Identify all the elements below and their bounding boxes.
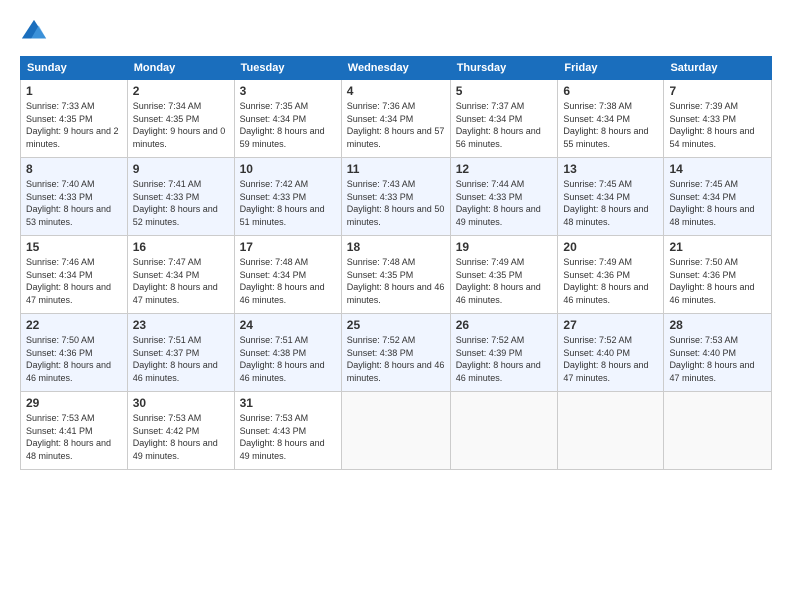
table-row: 20 Sunrise: 7:49 AMSunset: 4:36 PMDaylig… [558, 236, 664, 314]
table-row: 25 Sunrise: 7:52 AMSunset: 4:38 PMDaylig… [341, 314, 450, 392]
calendar-week-row: 22 Sunrise: 7:50 AMSunset: 4:36 PMDaylig… [21, 314, 772, 392]
logo-icon [20, 18, 48, 46]
table-row: 30 Sunrise: 7:53 AMSunset: 4:42 PMDaylig… [127, 392, 234, 470]
col-wednesday: Wednesday [341, 57, 450, 80]
table-row: 22 Sunrise: 7:50 AMSunset: 4:36 PMDaylig… [21, 314, 128, 392]
page: Sunday Monday Tuesday Wednesday Thursday… [0, 0, 792, 612]
empty-cell [450, 392, 558, 470]
table-row: 11 Sunrise: 7:43 AMSunset: 4:33 PMDaylig… [341, 158, 450, 236]
col-tuesday: Tuesday [234, 57, 341, 80]
table-row: 27 Sunrise: 7:52 AMSunset: 4:40 PMDaylig… [558, 314, 664, 392]
col-sunday: Sunday [21, 57, 128, 80]
table-row: 29 Sunrise: 7:53 AMSunset: 4:41 PMDaylig… [21, 392, 128, 470]
logo [20, 18, 50, 46]
table-row: 17 Sunrise: 7:48 AMSunset: 4:34 PMDaylig… [234, 236, 341, 314]
table-row: 3 Sunrise: 7:35 AMSunset: 4:34 PMDayligh… [234, 80, 341, 158]
table-row: 6 Sunrise: 7:38 AMSunset: 4:34 PMDayligh… [558, 80, 664, 158]
table-row: 2 Sunrise: 7:34 AMSunset: 4:35 PMDayligh… [127, 80, 234, 158]
table-row: 26 Sunrise: 7:52 AMSunset: 4:39 PMDaylig… [450, 314, 558, 392]
col-saturday: Saturday [664, 57, 772, 80]
empty-cell [664, 392, 772, 470]
calendar-week-row: 15 Sunrise: 7:46 AMSunset: 4:34 PMDaylig… [21, 236, 772, 314]
calendar-table: Sunday Monday Tuesday Wednesday Thursday… [20, 56, 772, 470]
calendar-week-row: 29 Sunrise: 7:53 AMSunset: 4:41 PMDaylig… [21, 392, 772, 470]
empty-cell [341, 392, 450, 470]
table-row: 19 Sunrise: 7:49 AMSunset: 4:35 PMDaylig… [450, 236, 558, 314]
col-thursday: Thursday [450, 57, 558, 80]
calendar-header-row: Sunday Monday Tuesday Wednesday Thursday… [21, 57, 772, 80]
table-row: 5 Sunrise: 7:37 AMSunset: 4:34 PMDayligh… [450, 80, 558, 158]
table-row: 9 Sunrise: 7:41 AMSunset: 4:33 PMDayligh… [127, 158, 234, 236]
table-row: 23 Sunrise: 7:51 AMSunset: 4:37 PMDaylig… [127, 314, 234, 392]
table-row: 18 Sunrise: 7:48 AMSunset: 4:35 PMDaylig… [341, 236, 450, 314]
empty-cell [558, 392, 664, 470]
table-row: 31 Sunrise: 7:53 AMSunset: 4:43 PMDaylig… [234, 392, 341, 470]
table-row: 28 Sunrise: 7:53 AMSunset: 4:40 PMDaylig… [664, 314, 772, 392]
table-row: 13 Sunrise: 7:45 AMSunset: 4:34 PMDaylig… [558, 158, 664, 236]
table-row: 7 Sunrise: 7:39 AMSunset: 4:33 PMDayligh… [664, 80, 772, 158]
table-row: 4 Sunrise: 7:36 AMSunset: 4:34 PMDayligh… [341, 80, 450, 158]
calendar-week-row: 1 Sunrise: 7:33 AMSunset: 4:35 PMDayligh… [21, 80, 772, 158]
table-row: 24 Sunrise: 7:51 AMSunset: 4:38 PMDaylig… [234, 314, 341, 392]
table-row: 14 Sunrise: 7:45 AMSunset: 4:34 PMDaylig… [664, 158, 772, 236]
table-row: 1 Sunrise: 7:33 AMSunset: 4:35 PMDayligh… [21, 80, 128, 158]
table-row: 10 Sunrise: 7:42 AMSunset: 4:33 PMDaylig… [234, 158, 341, 236]
calendar-week-row: 8 Sunrise: 7:40 AMSunset: 4:33 PMDayligh… [21, 158, 772, 236]
table-row: 12 Sunrise: 7:44 AMSunset: 4:33 PMDaylig… [450, 158, 558, 236]
table-row: 16 Sunrise: 7:47 AMSunset: 4:34 PMDaylig… [127, 236, 234, 314]
col-friday: Friday [558, 57, 664, 80]
table-row: 15 Sunrise: 7:46 AMSunset: 4:34 PMDaylig… [21, 236, 128, 314]
header [20, 18, 772, 46]
table-row: 21 Sunrise: 7:50 AMSunset: 4:36 PMDaylig… [664, 236, 772, 314]
table-row: 8 Sunrise: 7:40 AMSunset: 4:33 PMDayligh… [21, 158, 128, 236]
col-monday: Monday [127, 57, 234, 80]
